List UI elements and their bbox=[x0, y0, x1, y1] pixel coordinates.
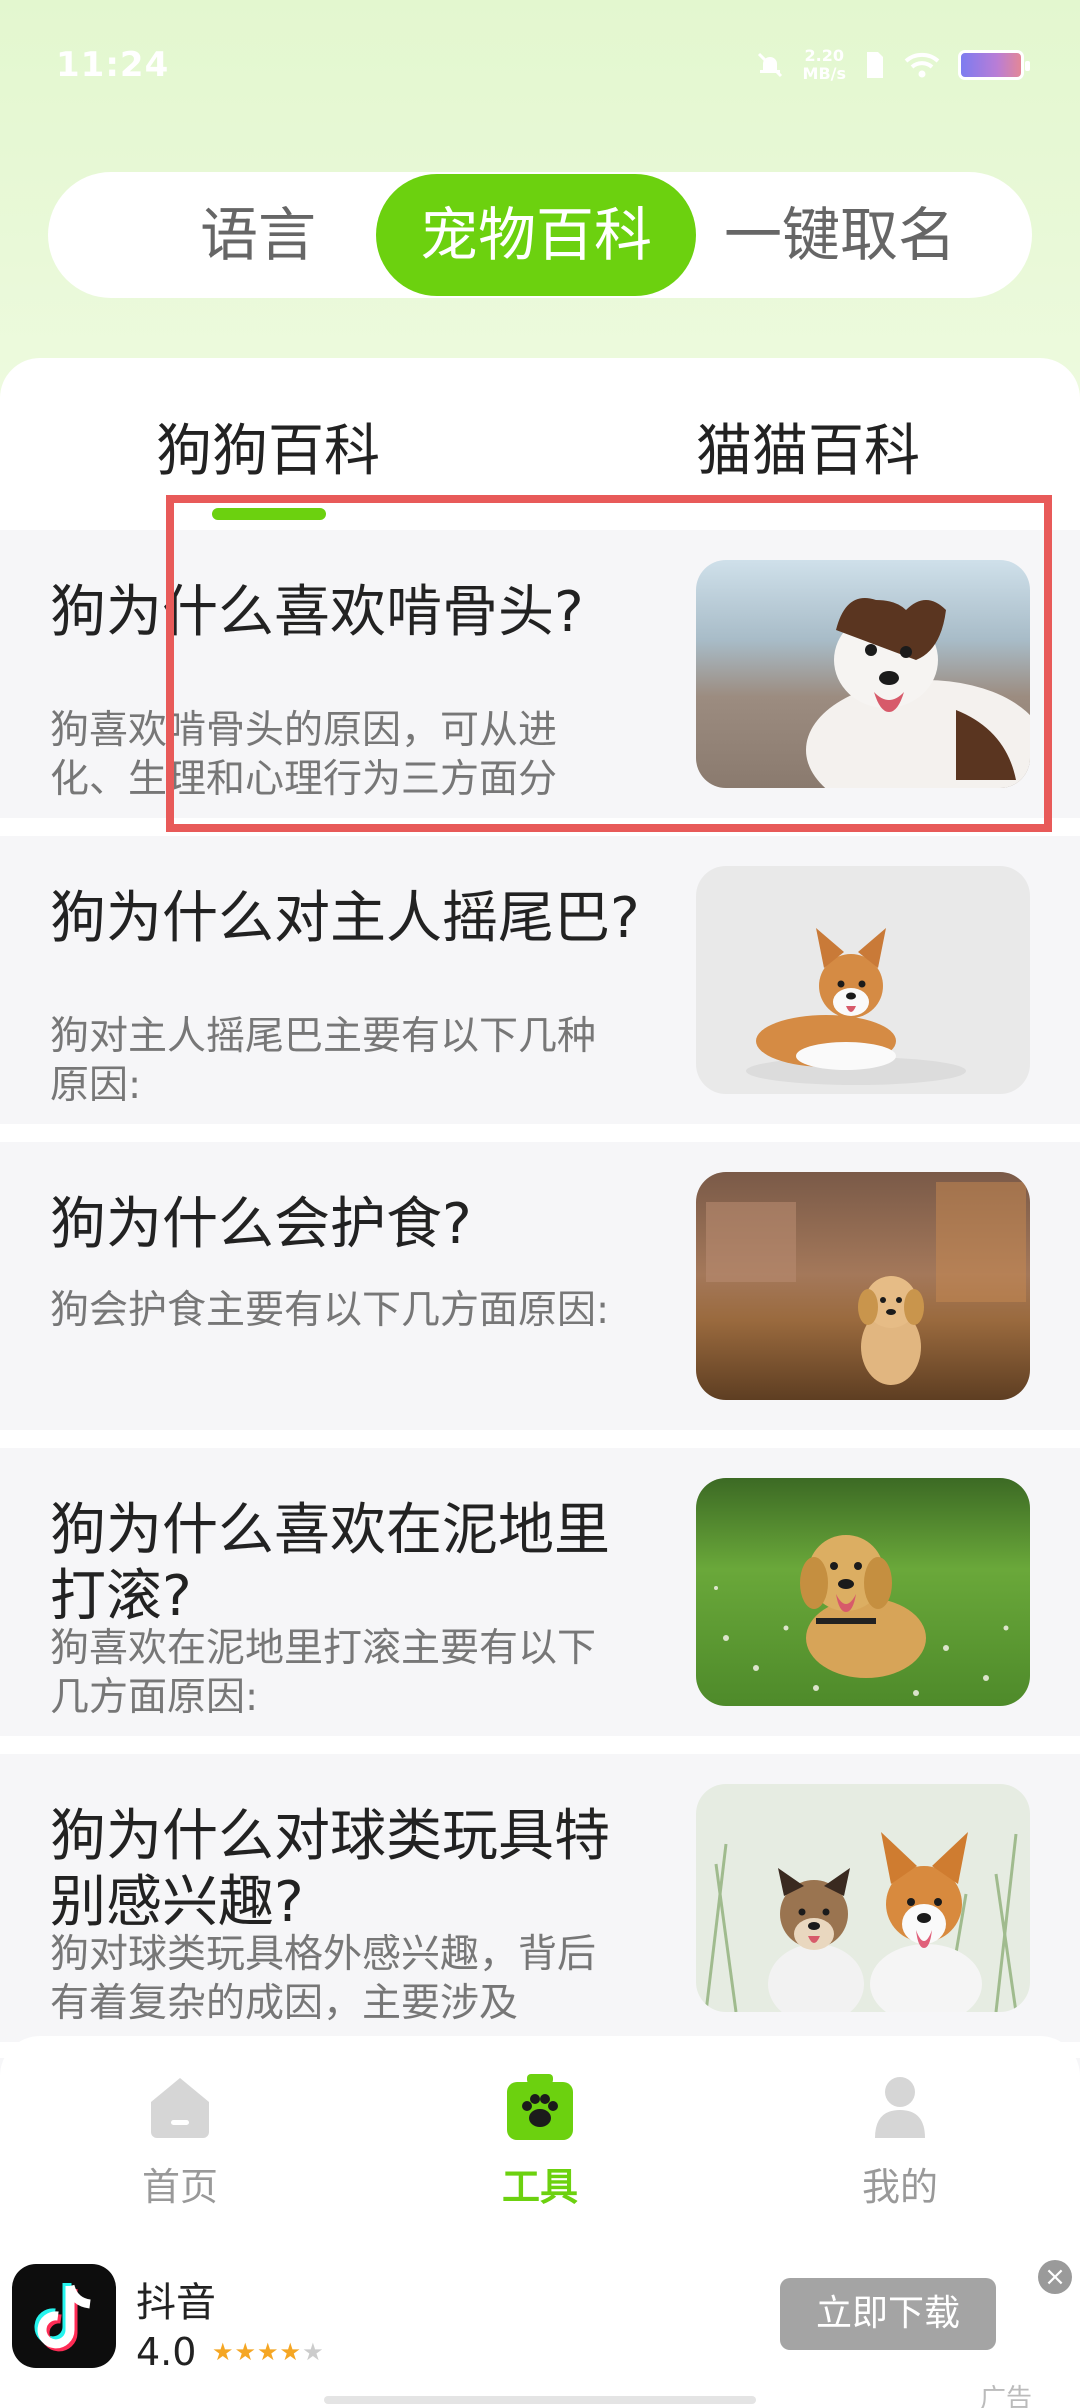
article-title: 狗为什么会护食? bbox=[50, 1192, 472, 1257]
top-segment-control: 语言 宠物百科 一键取名 bbox=[48, 172, 1032, 298]
article-image bbox=[696, 560, 1030, 788]
article-desc: 狗喜欢在泥地里打滚主要有以下几方面原因: bbox=[50, 1626, 597, 1720]
article-card[interactable]: 狗为什么会护食? 狗会护食主要有以下几方面原因: bbox=[0, 1142, 1080, 1430]
home-icon bbox=[145, 2072, 215, 2142]
ad-app-name: 抖音 bbox=[136, 2280, 216, 2326]
article-card[interactable]: 狗为什么喜欢在泥地里打滚? 狗喜欢在泥地里打滚主要有以下几方面原因: bbox=[0, 1448, 1080, 1736]
article-image bbox=[696, 1478, 1030, 1706]
ad-rating: 4.0 bbox=[136, 2330, 197, 2374]
tab-pet-encyclopedia[interactable]: 宠物百科 bbox=[376, 174, 696, 296]
tab-language[interactable]: 语言 bbox=[98, 172, 418, 298]
bottom-nav: 首页 工具 我的 bbox=[0, 2036, 1080, 2246]
article-desc: 狗会护食主要有以下几方面原因: bbox=[50, 1288, 610, 1333]
article-desc: 狗对主人摇尾巴主要有以下几种原因: bbox=[50, 1014, 597, 1108]
ad-banner[interactable]: 抖音 4.0 ★★★★★ 立即下载 × 广告 bbox=[0, 2246, 1080, 2408]
person-icon bbox=[865, 2072, 935, 2142]
nav-mine-label: 我的 bbox=[861, 2165, 938, 2209]
article-card[interactable]: 狗为什么对球类玩具特别感兴趣? 狗对球类玩具格外感兴趣，背后有着复杂的成因，主要… bbox=[0, 1754, 1080, 2042]
article-card[interactable]: 狗为什么喜欢啃骨头? 狗喜欢啃骨头的原因，可从进化、生理和心理行为三方面分 bbox=[0, 530, 1080, 818]
article-image bbox=[696, 1172, 1030, 1400]
status-time: 11:24 bbox=[56, 45, 170, 85]
subtab-dog-encyclopedia[interactable]: 狗狗百科 bbox=[156, 406, 380, 487]
tab-name-generator[interactable]: 一键取名 bbox=[680, 172, 1000, 298]
nav-home-label: 首页 bbox=[141, 2165, 218, 2209]
ad-stars: ★★★★★ bbox=[212, 2338, 325, 2366]
ad-download-button[interactable]: 立即下载 bbox=[780, 2278, 996, 2350]
battery-icon bbox=[958, 50, 1030, 80]
home-indicator bbox=[324, 2396, 756, 2404]
nav-tools[interactable]: 工具 bbox=[440, 2072, 640, 2211]
wifi-icon bbox=[904, 52, 940, 78]
article-title: 狗为什么喜欢在泥地里打滚? bbox=[50, 1498, 610, 1629]
article-title: 狗为什么喜欢啃骨头? bbox=[50, 580, 584, 645]
nav-tools-label: 工具 bbox=[501, 2165, 578, 2209]
article-desc: 狗对球类玩具格外感兴趣，背后有着复杂的成因，主要涉及 bbox=[50, 1932, 597, 2026]
article-image bbox=[696, 866, 1030, 1094]
status-bar: 11:24 2.20 MB/s bbox=[0, 0, 1080, 130]
article-title: 狗为什么对球类玩具特别感兴趣? bbox=[50, 1804, 610, 1935]
tiktok-logo-icon bbox=[12, 2264, 116, 2368]
subtab-cat-encyclopedia[interactable]: 猫猫百科 bbox=[696, 406, 920, 487]
status-icons: 2.20 MB/s bbox=[755, 46, 1030, 83]
sim-icon bbox=[867, 52, 883, 78]
paw-toolbox-icon bbox=[505, 2072, 575, 2142]
article-title: 狗为什么对主人摇尾巴? bbox=[50, 886, 640, 951]
article-image bbox=[696, 1784, 1030, 2012]
nav-mine[interactable]: 我的 bbox=[800, 2072, 1000, 2211]
net-speed: 2.20 MB/s bbox=[802, 46, 846, 83]
subtab-active-indicator bbox=[212, 508, 326, 520]
ad-tag: 广告 bbox=[980, 2384, 1033, 2408]
nav-home[interactable]: 首页 bbox=[80, 2072, 280, 2211]
do-not-disturb-icon bbox=[757, 52, 782, 78]
article-card[interactable]: 狗为什么对主人摇尾巴? 狗对主人摇尾巴主要有以下几种原因: bbox=[0, 836, 1080, 1124]
ad-close-icon[interactable]: × bbox=[1038, 2260, 1072, 2294]
article-desc: 狗喜欢啃骨头的原因，可从进化、生理和心理行为三方面分 bbox=[50, 708, 558, 802]
